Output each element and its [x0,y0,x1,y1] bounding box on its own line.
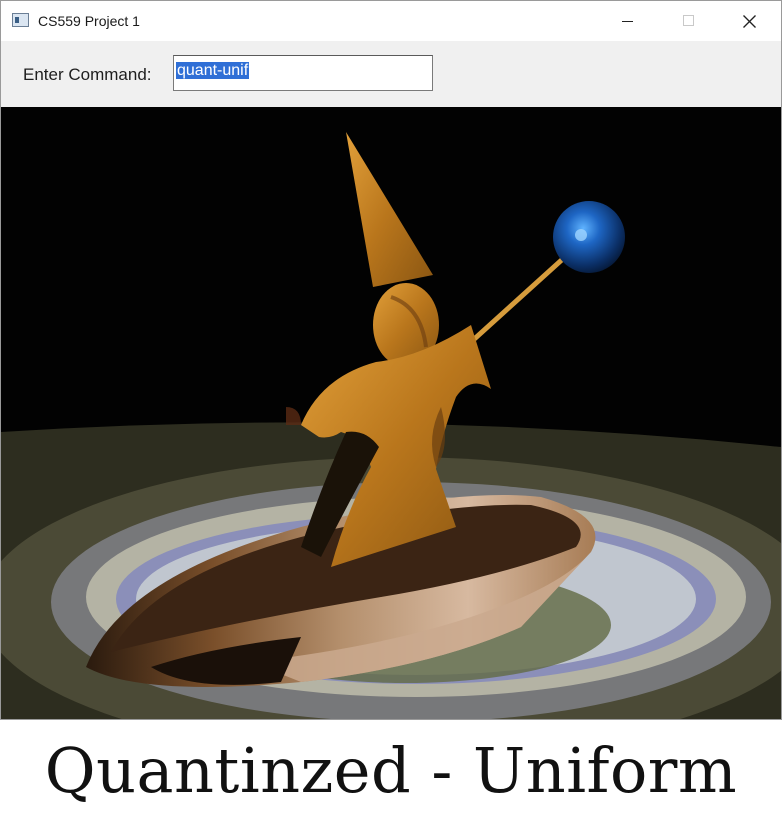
minimize-button[interactable] [597,1,659,41]
close-button[interactable] [719,1,781,41]
command-toolbar: Enter Command: quant-unif [1,41,781,107]
maximize-button[interactable] [659,1,721,41]
command-input-selected-text: quant-unif [176,62,250,79]
window-title: CS559 Project 1 [38,13,140,29]
command-label: Enter Command: [23,65,152,84]
render-viewport[interactable] [1,107,781,719]
app-window: CS559 Project 1 Enter Command: quant-uni… [0,0,782,720]
rendered-scene [1,132,781,719]
title-bar[interactable]: CS559 Project 1 [1,1,781,41]
close-icon [743,15,756,28]
figure-caption: Quantinzed - Uniform [44,734,738,807]
command-input[interactable]: quant-unif [173,55,433,91]
minimize-icon [622,21,633,22]
maximize-icon [683,15,694,26]
app-window-icon [12,13,29,27]
